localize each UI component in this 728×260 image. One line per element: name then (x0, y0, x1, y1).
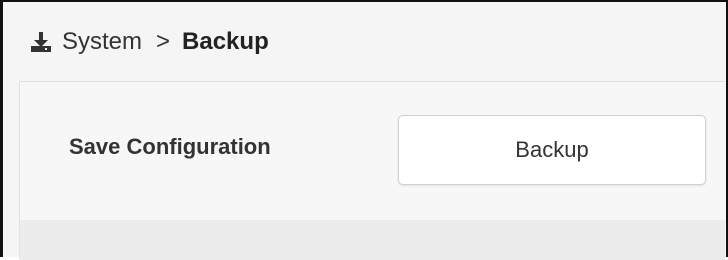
breadcrumb: System > Backup (3, 2, 726, 81)
panel-body: Save Configuration Backup (20, 82, 725, 220)
save-configuration-label: Save Configuration (69, 134, 271, 159)
breadcrumb-current: Backup (182, 27, 269, 55)
backup-button[interactable]: Backup (398, 115, 706, 185)
download-icon (30, 31, 52, 53)
page-frame: System > Backup Save Configuration Backu… (0, 0, 728, 260)
panel-footer (20, 220, 725, 260)
backup-panel: Save Configuration Backup (19, 81, 725, 260)
breadcrumb-separator: > (156, 27, 171, 55)
breadcrumb-parent[interactable]: System (62, 28, 142, 56)
